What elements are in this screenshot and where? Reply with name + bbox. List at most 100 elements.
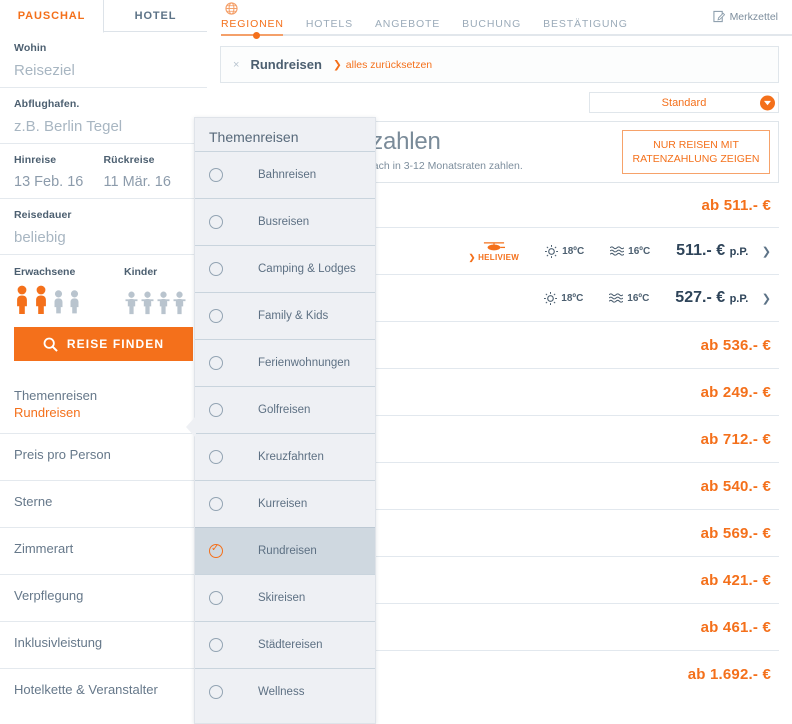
promo-cta-line2: RATENZAHLUNG ZEIGEN [632, 153, 760, 165]
nav-regionen-label: REGIONEN [221, 18, 284, 30]
sort-value: Standard [661, 96, 707, 109]
date-fields: Hinreise 13 Feb. 16 Rückreise 11 Mär. 16 [0, 144, 207, 199]
nav-item-buchung[interactable]: BUCHUNG [462, 18, 521, 34]
waves-icon [610, 246, 625, 256]
result-price: ab 540.- € [700, 477, 771, 495]
child-icon[interactable] [140, 291, 155, 315]
filter-preis-pro-person[interactable]: Preis pro Person [0, 433, 207, 480]
filter-verpflegung[interactable]: Verpflegung [0, 574, 207, 621]
dropdown-option-family-kids[interactable]: Family & Kids [195, 292, 375, 339]
filter-themenreisen[interactable]: Themenreisen Rundreisen [0, 375, 207, 433]
adult-icon[interactable] [68, 289, 81, 315]
dropdown-option-label: Skireisen [258, 592, 306, 604]
nav-item-angebote[interactable]: ANGEBOTE [375, 18, 440, 34]
sort-dropdown[interactable]: Standard [589, 92, 779, 113]
child-icon[interactable] [156, 291, 171, 315]
airport-field[interactable]: Abflughafen. z.B. Berlin Tegel [0, 88, 207, 144]
dropdown-option-label: Kurreisen [258, 498, 308, 510]
filter-sterne-label: Sterne [14, 494, 53, 509]
heliview-label: ❯ HELIVIEW [468, 252, 520, 262]
filter-preis-label: Preis pro Person [14, 447, 111, 462]
child-icon[interactable] [172, 291, 187, 315]
chevron-right-icon[interactable]: ❯ [762, 293, 771, 305]
adults-stepper[interactable] [14, 285, 124, 315]
dropdown-option-skireisen[interactable]: Skireisen [195, 574, 375, 621]
children-label: Kinder [124, 266, 158, 278]
breadcrumb-remove-icon[interactable]: × [233, 59, 239, 71]
radio-icon[interactable] [209, 685, 223, 699]
dropdown-option-busreisen[interactable]: Busreisen [195, 198, 375, 245]
result-price-block: 511.- € p.P. ❯ [676, 242, 771, 260]
sidebar-tabs: PAUSCHAL HOTEL [0, 0, 207, 33]
filter-zimmerart-label: Zimmerart [14, 541, 74, 556]
merkzettel-button[interactable]: Merkzettel [712, 10, 778, 23]
adult-icon[interactable] [14, 285, 30, 315]
radio-icon[interactable] [209, 356, 223, 370]
nav-item-regionen[interactable]: REGIONEN [221, 18, 284, 34]
filter-sterne[interactable]: Sterne [0, 480, 207, 527]
result-price: 511.- € [676, 242, 726, 259]
tab-pauschal[interactable]: PAUSCHAL [0, 0, 104, 33]
radio-icon[interactable] [209, 638, 223, 652]
departure-date-field[interactable]: Hinreise 13 Feb. 16 [14, 154, 104, 190]
filter-hotelkette[interactable]: Hotelkette & Veranstalter [0, 668, 207, 715]
dropdown-option-label: Camping & Lodges [258, 263, 356, 275]
chevron-down-icon[interactable] [760, 95, 775, 110]
return-date-field[interactable]: Rückreise 11 Mär. 16 [104, 154, 194, 190]
dropdown-option-camping-lodges[interactable]: Camping & Lodges [195, 245, 375, 292]
dropdown-option-bahnreisen[interactable]: Bahnreisen [195, 151, 375, 198]
nav-hotels-label: HOTELS [305, 18, 353, 30]
promo-cta-button[interactable]: NUR REISEN MIT RATENZAHLUNG ZEIGEN [622, 130, 770, 174]
radio-icon[interactable] [209, 403, 223, 417]
nav-angebote-label: ANGEBOTE [374, 18, 441, 30]
result-price-unit: p.P. [729, 293, 749, 305]
child-icon[interactable] [124, 291, 139, 315]
helicopter-icon [483, 241, 505, 250]
adult-icon[interactable] [52, 289, 65, 315]
departure-date-value: 13 Feb. 16 [14, 174, 84, 190]
radio-checked-icon[interactable] [209, 542, 223, 558]
reset-filters-link[interactable]: ❯ alles zurücksetzen [333, 59, 432, 71]
breadcrumb-label: Rundreisen [250, 57, 322, 72]
radio-icon[interactable] [209, 497, 223, 511]
children-stepper[interactable] [124, 285, 187, 315]
dropdown-option-kreuzfahrten[interactable]: Kreuzfahrten [195, 433, 375, 480]
radio-icon[interactable] [209, 450, 223, 464]
dropdown-option-wellness[interactable]: Wellness [195, 668, 375, 715]
airport-label: Abflughafen. [14, 98, 80, 110]
return-date-value: 11 Mär. 16 [103, 174, 171, 190]
nav-item-bestaetigung[interactable]: BESTÄTIGUNG [543, 18, 628, 34]
dropdown-pointer-icon [186, 416, 196, 438]
dropdown-option-label: Busreisen [258, 216, 310, 228]
tab-pauschal-label: PAUSCHAL [17, 10, 86, 22]
radio-icon[interactable] [209, 591, 223, 605]
chevron-right-icon[interactable]: ❯ [762, 246, 771, 258]
radio-icon[interactable] [209, 309, 223, 323]
search-sidebar: PAUSCHAL HOTEL Wohin Reiseziel Abflughaf… [0, 0, 207, 724]
filter-inklusivleistung[interactable]: Inklusivleistung [0, 621, 207, 668]
adults-label: Erwachsene [14, 266, 76, 278]
radio-icon[interactable] [209, 262, 223, 276]
tab-hotel[interactable]: HOTEL [104, 0, 207, 32]
nav-item-hotels[interactable]: HOTELS [306, 18, 353, 34]
tab-hotel-label: HOTEL [134, 9, 177, 22]
radio-icon[interactable] [209, 168, 223, 182]
dropdown-option-ferienwohnungen[interactable]: Ferienwohnungen [195, 339, 375, 386]
dropdown-option-label: Rundreisen [258, 545, 317, 557]
dropdown-option-label: Family & Kids [258, 310, 329, 322]
dropdown-option-kurreisen[interactable]: Kurreisen [195, 480, 375, 527]
notepad-icon [712, 10, 725, 23]
radio-icon[interactable] [209, 215, 223, 229]
filter-zimmerart[interactable]: Zimmerart [0, 527, 207, 574]
search-button[interactable]: REISE FINDEN [14, 327, 193, 361]
passenger-icons [14, 285, 193, 315]
dropdown-option-staedtereisen[interactable]: Städtereisen [195, 621, 375, 668]
duration-field[interactable]: Reisedauer beliebig [0, 199, 207, 255]
destination-field[interactable]: Wohin Reiseziel [0, 32, 207, 88]
water-temp-value: 16ºC [628, 245, 651, 257]
sun-icon [545, 244, 559, 258]
dropdown-option-golfreisen[interactable]: Golfreisen [195, 386, 375, 433]
heliview-link[interactable]: ❯ HELIVIEW [469, 241, 520, 262]
dropdown-option-rundreisen[interactable]: Rundreisen [195, 527, 375, 574]
adult-icon[interactable] [33, 285, 49, 315]
